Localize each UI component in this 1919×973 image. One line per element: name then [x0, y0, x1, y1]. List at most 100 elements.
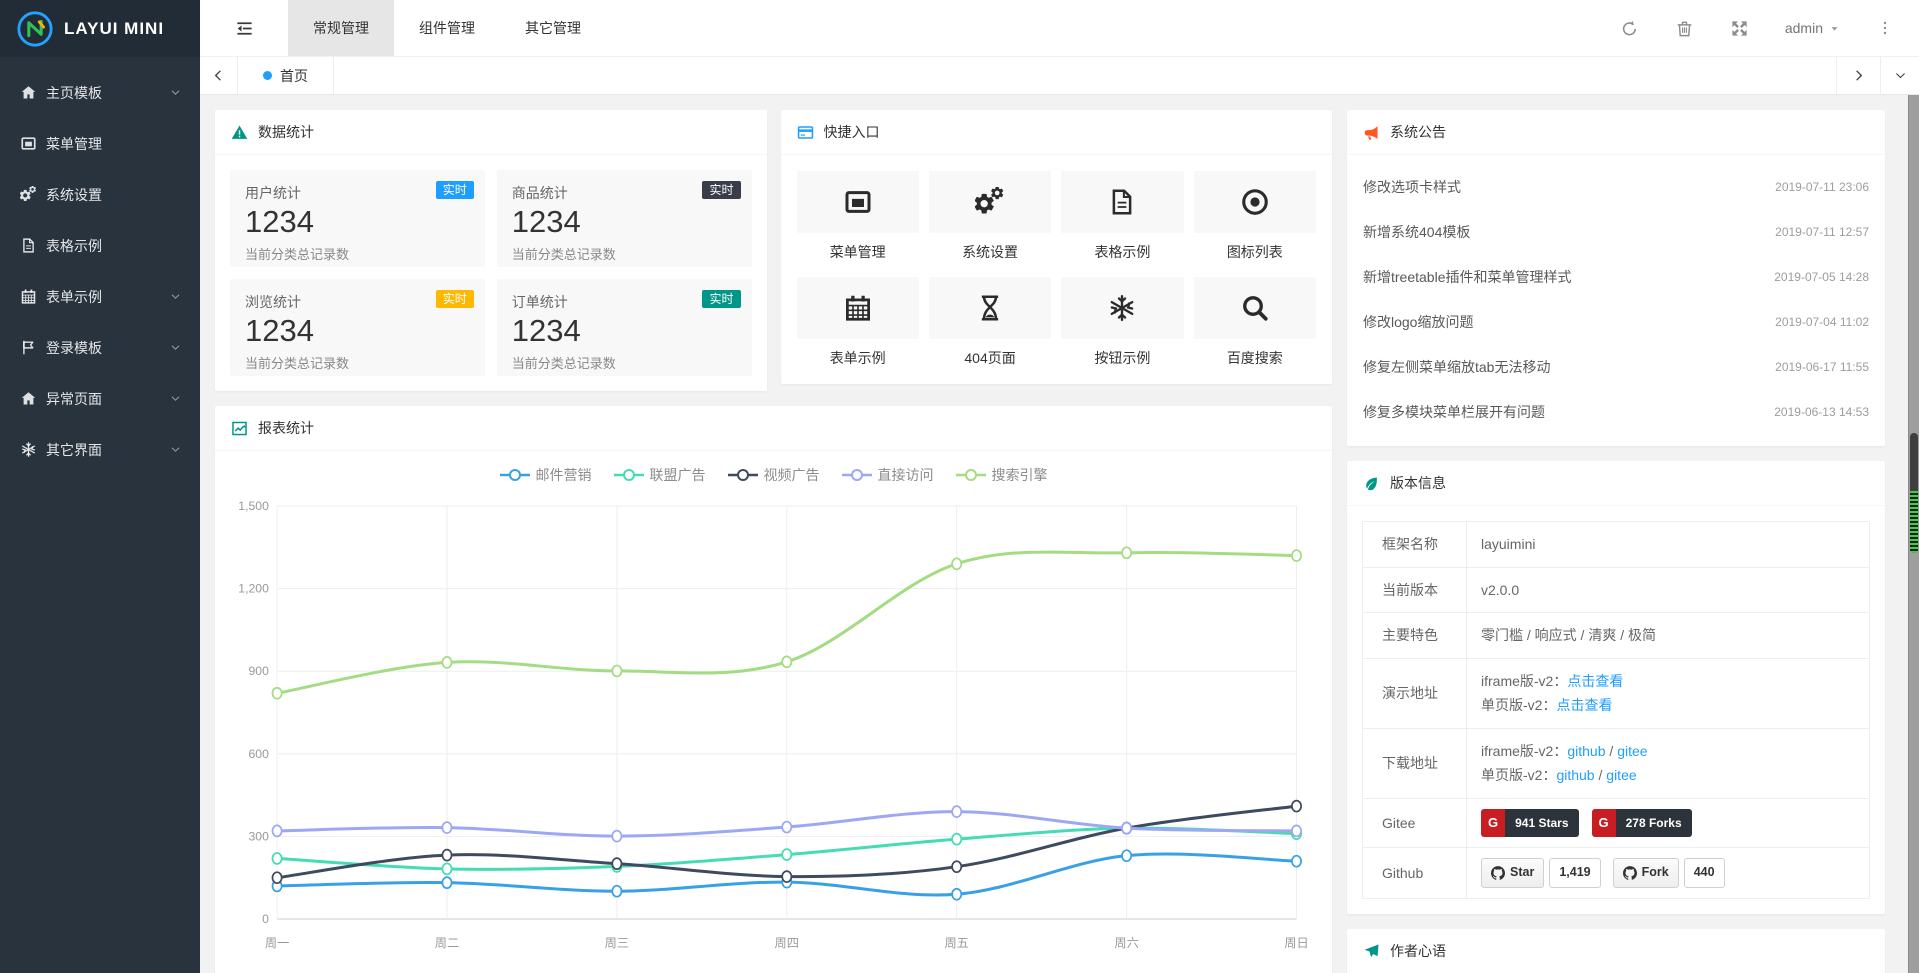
sidebar-item-2[interactable]: 菜单管理 [0, 118, 200, 169]
tab-home[interactable]: 首页 [237, 57, 334, 94]
collapse-sidebar-button[interactable] [200, 0, 288, 56]
quick-entry-1[interactable]: 菜单管理 [797, 171, 919, 262]
svg-text:900: 900 [249, 664, 270, 678]
version-card: 版本信息 框架名称layuimini当前版本v2.0.0主要特色零门槛 / 响应… [1347, 461, 1885, 914]
quick-entry-label: 表格示例 [1061, 242, 1183, 262]
svg-text:周一: 周一 [265, 936, 289, 950]
gears-icon [20, 186, 37, 203]
author-card-title: 作者心语 [1390, 941, 1446, 961]
legend-item-2[interactable]: 联盟广告 [614, 465, 706, 485]
github-star-button[interactable]: Star [1481, 858, 1544, 888]
legend-item-1[interactable]: 邮件营销 [500, 465, 592, 485]
quick-entry-2[interactable]: 系统设置 [929, 171, 1051, 262]
legend-label: 直接访问 [878, 465, 934, 485]
quick-entry-4[interactable]: 图标列表 [1194, 171, 1316, 262]
notice-text: 新增treetable插件和菜单管理样式 [1363, 267, 1571, 287]
status-badge: 实时 [702, 181, 740, 199]
version-row-label: Github [1363, 848, 1467, 899]
chevron-down-icon [169, 341, 182, 354]
fullscreen-icon[interactable] [1730, 19, 1749, 38]
quick-entry-card: 快捷入口 菜单管理系统设置表格示例图标列表表单示例404页面按钮示例百度搜索 [781, 110, 1333, 384]
sidebar-item-7[interactable]: 异常页面 [0, 373, 200, 424]
quick-entry-3[interactable]: 表格示例 [1061, 171, 1183, 262]
line-chart-icon [231, 420, 248, 437]
svg-text:1,500: 1,500 [238, 499, 269, 513]
layui-logo-icon [16, 10, 54, 48]
tabbar: 首页 [200, 57, 1919, 95]
version-row-label: 框架名称 [1363, 522, 1467, 568]
github-count[interactable]: 440 [1684, 858, 1725, 888]
notice-row: 修复左侧菜单缩放tab无法移动 2019-06-17 11:55 [1363, 344, 1869, 389]
brand-title: LAYUI MINI [64, 19, 164, 39]
warning-triangle-icon [231, 124, 248, 141]
sidebar-item-4[interactable]: 表格示例 [0, 220, 200, 271]
tabs-scroll-right-button[interactable] [1836, 57, 1880, 94]
gitee-badge[interactable]: G278 Forks [1592, 809, 1692, 838]
tabs-scroll-left-button[interactable] [200, 57, 238, 94]
github-count[interactable]: 1,419 [1549, 858, 1600, 888]
logo-bar[interactable]: LAYUI MINI [0, 0, 200, 57]
author-card: 作者心语 本模板基于layui2.5.4以及font-awesome-4.7.0… [1347, 929, 1885, 973]
notice-row: 新增treetable插件和菜单管理样式2019-07-05 14:28 [1363, 254, 1869, 299]
header-nav: 常规管理组件管理其它管理 [288, 0, 606, 56]
link-github[interactable]: github [1556, 767, 1594, 783]
report-chart: 03006009001,2001,500周一周二周三周四周五周六周日 [215, 489, 1332, 961]
file-icon [20, 237, 37, 254]
chevron-down-icon [169, 86, 182, 99]
chevron-down-icon [169, 392, 182, 405]
header-nav-item-1[interactable]: 常规管理 [288, 0, 394, 56]
gitee-icon: G [1481, 809, 1505, 838]
header-nav-item-3[interactable]: 其它管理 [500, 0, 606, 56]
sidebar-item-8[interactable]: 其它界面 [0, 424, 200, 475]
quick-entry-7[interactable]: 按钮示例 [1061, 277, 1183, 368]
version-table: 框架名称layuimini当前版本v2.0.0主要特色零门槛 / 响应式 / 清… [1362, 521, 1870, 899]
svg-text:周日: 周日 [1284, 936, 1308, 950]
quick-entry-8[interactable]: 百度搜索 [1194, 277, 1316, 368]
notice-text: 修复左侧菜单缩放tab无法移动 [1363, 357, 1550, 377]
link-点击查看[interactable]: 点击查看 [1556, 697, 1612, 713]
version-row: 下载地址iframe版-v2：github / gitee单页版-v2：gith… [1363, 728, 1870, 798]
link-gitee[interactable]: gitee [1617, 743, 1647, 759]
notice-card: 系统公告 修改选项卡样式2019-07-11 23:06新增系统404模板201… [1347, 110, 1885, 446]
home-icon [20, 390, 37, 407]
svg-text:周五: 周五 [944, 936, 968, 950]
topbar: 常规管理组件管理其它管理 admin [200, 0, 1919, 57]
sidebar: LAYUI MINI 主页模板菜单管理系统设置表格示例表单示例登录模板异常页面其… [0, 0, 200, 973]
quick-tile [797, 277, 919, 339]
github-fork-button[interactable]: Fork [1613, 858, 1679, 888]
sidebar-item-1[interactable]: 主页模板 [0, 67, 200, 118]
link-github[interactable]: github [1567, 743, 1605, 759]
window-icon [20, 135, 37, 152]
version-row: GiteeG941 StarsG278 Forks [1363, 798, 1870, 848]
legend-item-5[interactable]: 搜索引擎 [956, 465, 1048, 485]
gitee-badge[interactable]: G941 Stars [1481, 809, 1579, 838]
stat-box-2: 商品统计1234当前分类总记录数实时 [497, 170, 752, 267]
trash-icon[interactable] [1675, 19, 1694, 38]
notice-date: 2019-06-17 11:55 [1775, 360, 1869, 374]
scrollbar-thumb[interactable] [1910, 433, 1918, 553]
link-点击查看[interactable]: 点击查看 [1567, 673, 1623, 689]
user-dropdown[interactable]: admin [1785, 20, 1841, 36]
notice-date: 2019-07-11 23:06 [1775, 180, 1869, 194]
header-nav-item-2[interactable]: 组件管理 [394, 0, 500, 56]
sidebar-item-6[interactable]: 登录模板 [0, 322, 200, 373]
hourglass-icon [975, 293, 1005, 323]
refresh-icon[interactable] [1620, 19, 1639, 38]
report-card: 报表统计 邮件营销联盟广告视频广告直接访问搜索引擎 03006009001,20… [215, 406, 1332, 973]
caret-down-icon [1828, 22, 1841, 35]
sidebar-item-3[interactable]: 系统设置 [0, 169, 200, 220]
notice-row: 新增系统404模板2019-07-11 12:57 [1363, 209, 1869, 254]
tabs-menu-button[interactable] [1880, 57, 1919, 94]
legend-item-3[interactable]: 视频广告 [728, 465, 820, 485]
more-menu-icon[interactable] [1877, 19, 1893, 37]
legend-label: 视频广告 [764, 465, 820, 485]
quick-entry-label: 图标列表 [1194, 242, 1316, 262]
quick-entry-5[interactable]: 表单示例 [797, 277, 919, 368]
link-gitee[interactable]: gitee [1606, 767, 1636, 783]
stat-value: 1234 [245, 312, 470, 351]
sidebar-item-5[interactable]: 表单示例 [0, 271, 200, 322]
legend-label: 搜索引擎 [992, 465, 1048, 485]
legend-item-4[interactable]: 直接访问 [842, 465, 934, 485]
quick-entry-6[interactable]: 404页面 [929, 277, 1051, 368]
svg-text:周四: 周四 [775, 936, 799, 950]
